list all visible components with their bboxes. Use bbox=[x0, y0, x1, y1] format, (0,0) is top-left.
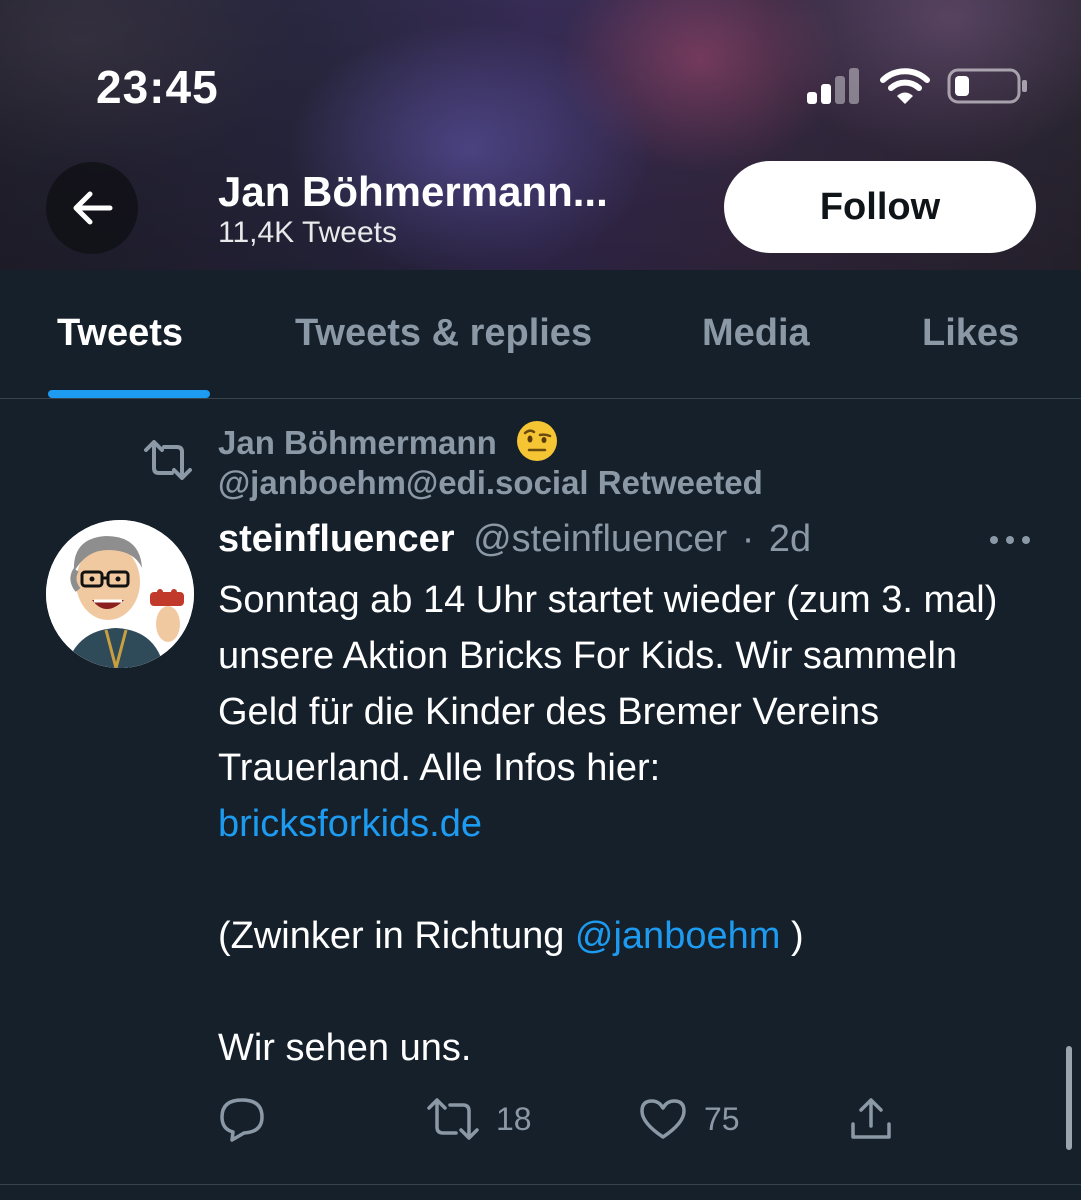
face-with-raised-eyebrow-emoji bbox=[516, 421, 557, 461]
profile-name: Jan Böhmermann... bbox=[218, 168, 608, 215]
tweet-paragraph: Sonntag ab 14 Uhr startet wieder (zum 3.… bbox=[218, 579, 998, 789]
retweeter-name: Jan Böhmermann bbox=[218, 424, 497, 461]
tab-tweets-replies[interactable]: Tweets & replies bbox=[295, 312, 592, 355]
wink-suffix: ) bbox=[780, 915, 804, 957]
share-button[interactable] bbox=[848, 1094, 894, 1144]
retweet-button[interactable]: 18 bbox=[426, 1094, 532, 1144]
like-count: 75 bbox=[704, 1100, 740, 1137]
separator: · bbox=[741, 518, 755, 560]
cartoon-avatar-image bbox=[46, 520, 194, 668]
author-handle[interactable]: @steinfluencer bbox=[473, 518, 727, 560]
tab-tweets[interactable]: Tweets bbox=[57, 312, 183, 355]
battery-icon bbox=[947, 68, 1027, 104]
tweet-time[interactable]: 2d bbox=[769, 518, 811, 560]
reply-button[interactable] bbox=[218, 1094, 266, 1144]
like-button[interactable]: 75 bbox=[638, 1094, 740, 1144]
share-icon bbox=[851, 1098, 891, 1139]
retweet-count: 18 bbox=[496, 1100, 532, 1137]
tweet-mention-line: (Zwinker in Richtung @janboehm ) bbox=[218, 908, 1038, 964]
retweet-icon bbox=[144, 440, 192, 480]
signal-icon bbox=[807, 68, 867, 104]
wifi-icon bbox=[880, 68, 930, 104]
profile-tabs: Tweets Tweets & replies Media Likes bbox=[0, 270, 1081, 399]
status-time: 23:45 bbox=[96, 61, 219, 113]
tweet-closing: Wir sehen uns. bbox=[218, 1027, 472, 1069]
retweeted-label: @janboehm@edi.social Retweeted bbox=[218, 464, 763, 501]
tweet-link[interactable]: bricksforkids.de bbox=[218, 803, 482, 845]
wink-prefix: (Zwinker in Richtung bbox=[218, 915, 575, 957]
tweet-actions: 18 75 bbox=[218, 1094, 918, 1144]
arrow-left-icon bbox=[73, 191, 113, 225]
divider bbox=[0, 1184, 1081, 1185]
tab-likes[interactable]: Likes bbox=[922, 312, 1019, 355]
reply-icon bbox=[220, 1098, 264, 1142]
more-options-icon[interactable] bbox=[986, 528, 1034, 552]
profile-header: 23:45 Jan Böhmermann... 11,4K Tweets Fol… bbox=[0, 0, 1081, 270]
retweet-icon bbox=[427, 1098, 479, 1140]
retweeter-name-line: Jan Böhmermann bbox=[218, 420, 558, 462]
scrollbar[interactable] bbox=[1066, 1046, 1072, 1150]
mention-link[interactable]: @janboehm bbox=[575, 915, 780, 957]
avatar[interactable] bbox=[46, 520, 194, 668]
tweet-header: steinfluencer @steinfluencer · 2d bbox=[218, 518, 811, 561]
tab-media[interactable]: Media bbox=[702, 312, 810, 355]
heart-icon bbox=[640, 1099, 686, 1139]
retweet-context[interactable]: Jan Böhmermann @janboehm@edi.social Retw… bbox=[142, 420, 1042, 510]
back-button[interactable] bbox=[46, 162, 138, 254]
author-name[interactable]: steinfluencer bbox=[218, 518, 455, 560]
tweet-text: Sonntag ab 14 Uhr startet wieder (zum 3.… bbox=[218, 572, 1038, 1076]
profile-tweet-count: 11,4K Tweets bbox=[218, 216, 398, 249]
active-tab-indicator bbox=[48, 390, 210, 398]
follow-button[interactable]: Follow bbox=[724, 161, 1036, 253]
